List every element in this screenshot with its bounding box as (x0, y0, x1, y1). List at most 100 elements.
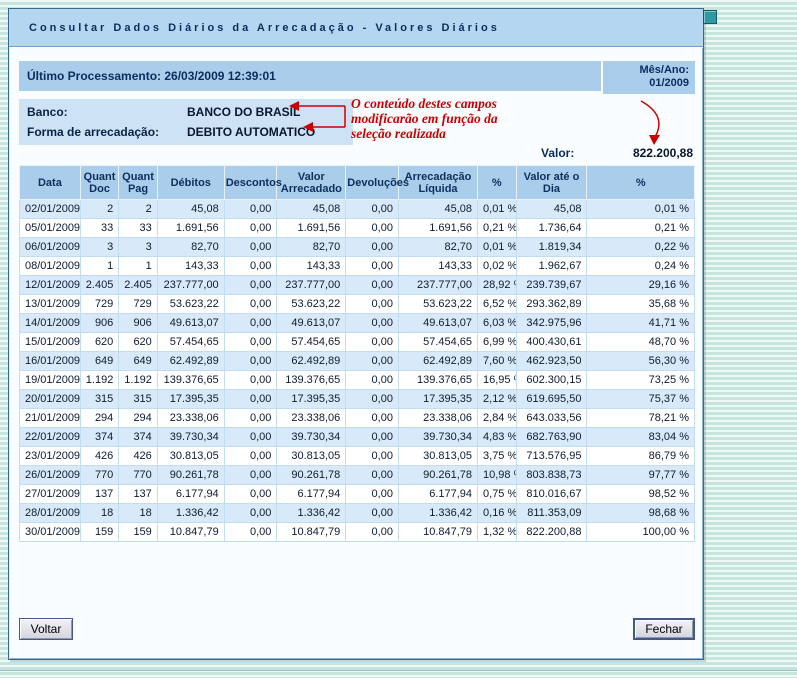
window-corner-button[interactable] (703, 10, 717, 24)
cell-value: 2 (119, 200, 158, 219)
column-header: Débitos (157, 166, 224, 200)
cell-value: 53.623,22 (277, 295, 346, 314)
table-row: 21/01/200929429423.338,060,0023.338,060,… (20, 409, 695, 428)
cell-value: 1.336,42 (277, 504, 346, 523)
cell-value: 6.177,94 (157, 485, 224, 504)
table-row: 20/01/200931531517.395,350,0017.395,350,… (20, 390, 695, 409)
annotation-line: seleção realizada (351, 126, 556, 141)
cell-value: 17.395,35 (277, 390, 346, 409)
cell-value: 0,00 (224, 295, 277, 314)
cell-value: 49.613,07 (157, 314, 224, 333)
cell-value: 649 (80, 352, 119, 371)
table-row: 06/01/20093382,700,0082,700,0082,700,01 … (20, 238, 695, 257)
cell-value: 770 (119, 466, 158, 485)
table-row: 12/01/20092.4052.405237.777,000,00237.77… (20, 276, 695, 295)
cell-value: 620 (80, 333, 119, 352)
cell-value: 1,32 % (478, 523, 517, 542)
cell-value: 17.395,35 (157, 390, 224, 409)
cell-value: 3 (80, 238, 119, 257)
cell-value: 57.454,65 (277, 333, 346, 352)
column-header: Valor Arrecadado (277, 166, 346, 200)
column-header: Descontos (224, 166, 277, 200)
table-row: 30/01/200915915910.847,790,0010.847,790,… (20, 523, 695, 542)
cell-value: 294 (80, 409, 119, 428)
collection-type-value: DEBITO AUTOMATICO (187, 125, 315, 139)
cell-value: 770 (80, 466, 119, 485)
cell-value: 0,16 % (478, 504, 517, 523)
cell-value: 1.962,67 (516, 257, 587, 276)
cell-value: 0,00 (224, 504, 277, 523)
cell-value: 0,00 (346, 409, 399, 428)
cell-value: 0,00 (224, 523, 277, 542)
cell-value: 35,68 % (587, 295, 695, 314)
table-row: 22/01/200937437439.730,340,0039.730,340,… (20, 428, 695, 447)
cell-value: 82,70 (277, 238, 346, 257)
cell-value: 6.177,94 (398, 485, 477, 504)
cell-value: 10.847,79 (398, 523, 477, 542)
curved-arrow-line (641, 101, 659, 137)
table-row: 23/01/200942642630.813,050,0030.813,050,… (20, 447, 695, 466)
month-year-label: Mês/Ano: (609, 64, 689, 77)
cell-value: 23.338,06 (398, 409, 477, 428)
column-header: % (587, 166, 695, 200)
annotation-note: O conteúdo destes campos modificarão em … (351, 96, 556, 141)
table-row: 27/01/20091371376.177,940,006.177,940,00… (20, 485, 695, 504)
table-row: 02/01/20092245,080,0045,080,0045,080,01 … (20, 200, 695, 219)
cell-value: 73,25 % (587, 371, 695, 390)
cell-value: 2.405 (119, 276, 158, 295)
table-row: 13/01/200972972953.623,220,0053.623,220,… (20, 295, 695, 314)
cell-value: 23.338,06 (277, 409, 346, 428)
table-row: 15/01/200962062057.454,650,0057.454,650,… (20, 333, 695, 352)
cell-value: 0,21 % (587, 219, 695, 238)
collection-type-label: Forma de arrecadação: (27, 125, 159, 139)
fechar-button[interactable]: Fechar (633, 618, 695, 640)
table-row: 16/01/200964964962.492,890,0062.492,890,… (20, 352, 695, 371)
cell-value: 1 (119, 257, 158, 276)
cell-value: 0,00 (224, 485, 277, 504)
window-title: Consultar Dados Diários da Arrecadação -… (29, 22, 500, 34)
cell-value: 57.454,65 (398, 333, 477, 352)
cell-value: 0,02 % (478, 257, 517, 276)
cell-value: 0,00 (224, 238, 277, 257)
cell-value: 0,00 (346, 390, 399, 409)
cell-value: 4,83 % (478, 428, 517, 447)
cell-date: 14/01/2009 (20, 314, 81, 333)
cell-date: 16/01/2009 (20, 352, 81, 371)
cell-value: 7,60 % (478, 352, 517, 371)
cell-date: 22/01/2009 (20, 428, 81, 447)
cell-value: 649 (119, 352, 158, 371)
cell-value: 143,33 (398, 257, 477, 276)
cell-value: 159 (80, 523, 119, 542)
month-year-box: Mês/Ano: 01/2009 (603, 61, 695, 94)
cell-value: 906 (80, 314, 119, 333)
cell-value: 803.838,73 (516, 466, 587, 485)
voltar-button[interactable]: Voltar (19, 618, 73, 640)
cell-value: 682.763,90 (516, 428, 587, 447)
cell-date: 21/01/2009 (20, 409, 81, 428)
cell-value: 643.033,56 (516, 409, 587, 428)
table-row: 08/01/200911143,330,00143,330,00143,330,… (20, 257, 695, 276)
cell-date: 19/01/2009 (20, 371, 81, 390)
cell-date: 23/01/2009 (20, 447, 81, 466)
column-header: Quant Doc (80, 166, 119, 200)
cell-value: 143,33 (277, 257, 346, 276)
cell-value: 0,00 (224, 314, 277, 333)
title-bar: Consultar Dados Diários da Arrecadação -… (9, 9, 703, 47)
cell-value: 810.016,67 (516, 485, 587, 504)
cell-value: 0,00 (346, 257, 399, 276)
table-row: 28/01/200918181.336,420,001.336,420,001.… (20, 504, 695, 523)
cell-value: 78,21 % (587, 409, 695, 428)
cell-value: 49.613,07 (398, 314, 477, 333)
cell-value: 53.623,22 (398, 295, 477, 314)
annotation-line: modificarão em função da (351, 111, 556, 126)
cell-value: 143,33 (157, 257, 224, 276)
cell-value: 48,70 % (587, 333, 695, 352)
cell-value: 0,22 % (587, 238, 695, 257)
cell-value: 400.430,61 (516, 333, 587, 352)
cell-value: 41,71 % (587, 314, 695, 333)
cell-value: 426 (119, 447, 158, 466)
cell-value: 90.261,78 (398, 466, 477, 485)
cell-date: 20/01/2009 (20, 390, 81, 409)
cell-value: 1.691,56 (157, 219, 224, 238)
cell-value: 45,08 (277, 200, 346, 219)
